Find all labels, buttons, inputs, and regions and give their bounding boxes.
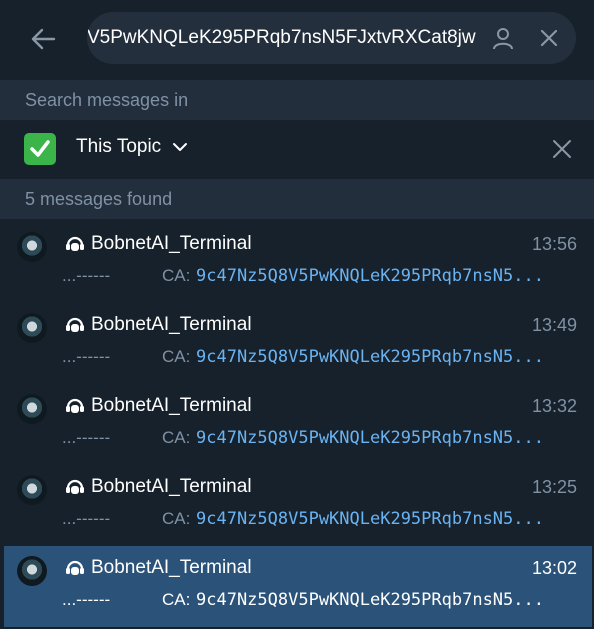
bot-icon (66, 560, 84, 575)
bot-icon (66, 236, 84, 251)
results-count-label: 5 messages found (25, 189, 173, 209)
ca-label: CA: (162, 347, 191, 366)
sender-name: BobnetAI_Terminal (91, 476, 252, 497)
topic-selector[interactable]: This Topic (0, 121, 594, 177)
message-snippet: ...------ (62, 428, 111, 447)
message-time: 13:56 (531, 234, 577, 254)
search-header: V5PwKNQLeK295PRqb7nsN5FJxtvRXCat8jw (0, 0, 594, 79)
close-icon[interactable] (552, 139, 572, 159)
avatar (17, 313, 47, 343)
ca-value: 9c47Nz5Q8V5PwKNQLeK295PRqb7nsN5... (196, 347, 544, 367)
list-item[interactable]: BobnetAI_Terminal 13:32 ...------ CA: 9c… (0, 384, 594, 465)
message-time: 13:32 (531, 396, 577, 416)
search-input-value-wrap[interactable]: V5PwKNQLeK295PRqb7nsN5FJxtvRXCat8jw (87, 12, 487, 64)
ca-value: 9c47Nz5Q8V5PwKNQLeK295PRqb7nsN5... (196, 266, 544, 286)
check-glyph-icon (30, 140, 50, 157)
avatar (17, 232, 47, 262)
topic-label[interactable]: This Topic (76, 136, 161, 158)
ca-value: 9c47Nz5Q8V5PwKNQLeK295PRqb7nsN5... (196, 590, 544, 610)
message-snippet: ...------ (62, 266, 111, 285)
sender-name: BobnetAI_Terminal (91, 395, 252, 416)
sender-name: BobnetAI_Terminal (91, 233, 252, 254)
message-snippet: ...------ (62, 509, 111, 528)
back-button[interactable] (26, 22, 60, 56)
list-item[interactable]: BobnetAI_Terminal 13:25 ...------ CA: 9c… (0, 465, 594, 546)
bot-icon (66, 317, 84, 332)
ca-label: CA: (162, 509, 191, 528)
ca-label: CA: (162, 266, 191, 285)
search-in-label: Search messages in (25, 90, 189, 110)
search-input-value[interactable]: V5PwKNQLeK295PRqb7nsN5FJxtvRXCat8jw (87, 12, 476, 64)
avatar (17, 394, 47, 424)
results-count-bar: 5 messages found (0, 179, 594, 219)
sender-name: BobnetAI_Terminal (91, 314, 252, 335)
search-in-bar: Search messages in (0, 80, 594, 120)
message-snippet: ...------ (62, 590, 111, 609)
list-item-selected[interactable]: BobnetAI_Terminal 13:02 ...------ CA: 9c… (4, 546, 592, 627)
sender-name: BobnetAI_Terminal (91, 557, 252, 578)
ca-label: CA: (162, 428, 191, 447)
check-mark-icon (24, 133, 56, 165)
search-input[interactable]: V5PwKNQLeK295PRqb7nsN5FJxtvRXCat8jw (87, 12, 576, 64)
avatar (17, 556, 47, 586)
bot-icon (66, 479, 84, 494)
list-item[interactable]: BobnetAI_Terminal 13:56 ...------ CA: 9c… (0, 222, 594, 303)
bot-icon (66, 398, 84, 413)
ca-label: CA: (162, 590, 191, 609)
close-icon[interactable] (538, 27, 560, 49)
message-snippet: ...------ (62, 347, 111, 366)
avatar (17, 475, 47, 505)
ca-value: 9c47Nz5Q8V5PwKNQLeK295PRqb7nsN5... (196, 428, 544, 448)
message-time: 13:49 (531, 315, 577, 335)
message-time: 13:02 (531, 558, 577, 578)
list-item[interactable]: BobnetAI_Terminal 13:49 ...------ CA: 9c… (0, 303, 594, 384)
message-time: 13:25 (531, 477, 577, 497)
user-icon[interactable] (491, 26, 515, 50)
arrow-left-icon (31, 28, 56, 50)
ca-value: 9c47Nz5Q8V5PwKNQLeK295PRqb7nsN5... (196, 509, 544, 529)
chevron-down-icon[interactable] (171, 138, 189, 156)
